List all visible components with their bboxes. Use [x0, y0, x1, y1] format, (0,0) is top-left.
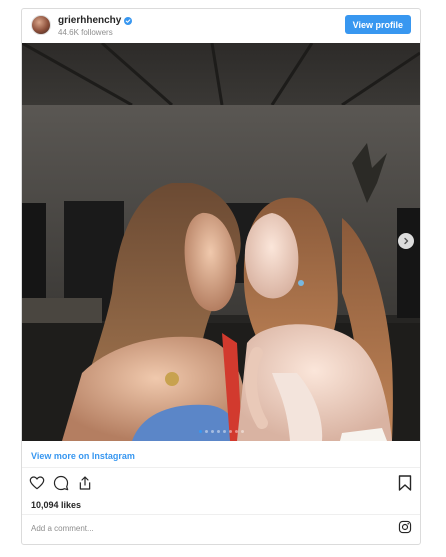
instagram-embed-card: grierhhenchy 44.6K followers View profil… — [21, 8, 421, 545]
verified-badge-icon — [124, 16, 133, 25]
next-slide-button[interactable] — [398, 233, 414, 249]
post-photo[interactable] — [22, 43, 420, 441]
carousel-dot[interactable] — [198, 430, 202, 433]
carousel-dot[interactable] — [234, 430, 238, 433]
heart-icon[interactable] — [29, 475, 45, 491]
view-profile-button[interactable]: View profile — [344, 15, 411, 34]
carousel-indicator — [22, 430, 420, 433]
action-bar — [29, 475, 93, 491]
view-more-link[interactable]: View more on Instagram — [31, 451, 135, 461]
share-icon[interactable] — [77, 475, 93, 491]
carousel-dot[interactable] — [222, 430, 226, 433]
carousel-dot[interactable] — [216, 430, 220, 433]
carousel-dot[interactable] — [204, 430, 208, 433]
comment-icon[interactable] — [53, 475, 69, 491]
username-row: grierhhenchy — [58, 15, 133, 26]
divider — [22, 514, 420, 515]
post-header: grierhhenchy 44.6K followers View profil… — [22, 9, 420, 43]
divider — [22, 467, 420, 468]
username[interactable]: grierhhenchy — [58, 15, 121, 26]
bookmark-icon[interactable] — [398, 475, 412, 491]
post-photo-image — [22, 43, 420, 441]
carousel-dot[interactable] — [240, 430, 244, 433]
add-comment-input[interactable]: Add a comment... — [31, 524, 94, 533]
chevron-right-icon — [404, 237, 409, 245]
follower-count: 44.6K followers — [58, 28, 113, 37]
carousel-dot[interactable] — [210, 430, 214, 433]
instagram-logo-icon[interactable] — [398, 520, 412, 534]
carousel-dot[interactable] — [228, 430, 232, 433]
like-count[interactable]: 10,094 likes — [31, 500, 81, 510]
avatar[interactable] — [31, 15, 51, 35]
